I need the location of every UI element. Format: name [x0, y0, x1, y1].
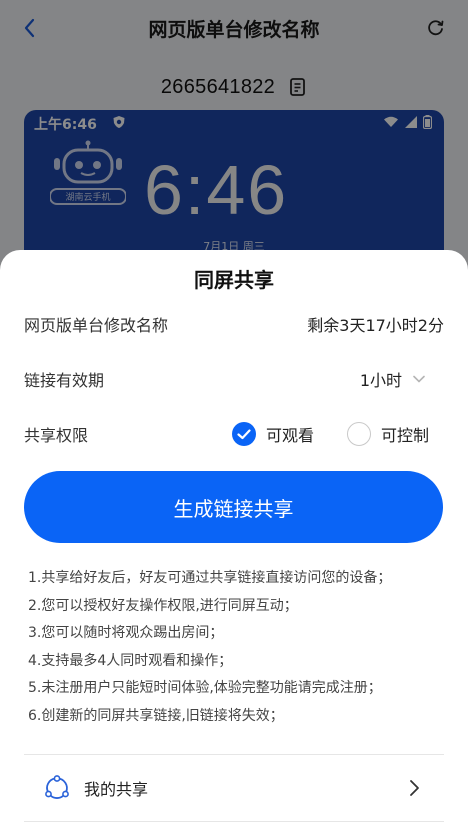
my-share-row[interactable]: 我的共享	[24, 766, 444, 810]
check-icon	[237, 428, 251, 439]
permission-option-control-label: 可控制	[380, 426, 429, 445]
note-item: 2.您可以授权好友操作权限,进行同屏互动；	[28, 597, 298, 614]
chevron-down-icon	[413, 375, 425, 383]
generate-link-button[interactable]: 生成链接共享	[24, 471, 443, 543]
permission-option-view[interactable]: 可观看	[231, 422, 314, 446]
permission-label: 共享权限	[24, 426, 89, 445]
note-item: 5.未注册用户只能短时间体验,体验完整功能请完成注册；	[28, 680, 382, 696]
divider	[24, 821, 444, 822]
share-notes: 1.共享给好友后，好友可通过共享链接直接访问您的设备； 2.您可以授权好友操作权…	[28, 568, 448, 733]
validity-value: 1小时	[359, 371, 402, 390]
device-name: 网页版单台修改名称	[24, 316, 169, 335]
validity-label: 链接有效期	[24, 371, 105, 390]
share-sheet: 同屏共享 网页版单台修改名称 剩余3天17小时2分 链接有效期 1小时 共享权限…	[0, 250, 468, 834]
permission-option-control[interactable]: 可控制	[346, 422, 429, 446]
note-item: 4.支持最多4人同时观看和操作；	[28, 652, 233, 669]
sheet-title: 同屏共享	[194, 268, 274, 292]
permission-options: 可观看 可控制	[231, 422, 444, 446]
note-item: 1.共享给好友后，好友可通过共享链接直接访问您的设备；	[28, 570, 392, 586]
permission-row: 共享权限 可观看 可控制	[24, 422, 444, 446]
permission-option-view-label: 可观看	[265, 426, 314, 445]
note-item: 6.创建新的同屏共享链接,旧链接将失效；	[28, 707, 284, 724]
divider	[24, 754, 444, 755]
my-share-label: 我的共享	[84, 780, 149, 799]
radio-unchecked[interactable]	[346, 422, 371, 446]
share-icon	[45, 775, 69, 799]
chevron-right-icon	[410, 780, 419, 796]
device-row: 网页版单台修改名称 剩余3天17小时2分	[24, 312, 444, 336]
note-item: 3.您可以随时将观众踢出房间；	[28, 625, 224, 641]
radio-checked[interactable]	[231, 422, 256, 446]
remaining-time: 剩余3天17小时2分	[307, 316, 444, 335]
validity-row: 链接有效期 1小时	[24, 367, 444, 391]
validity-select[interactable]: 1小时	[360, 367, 426, 391]
